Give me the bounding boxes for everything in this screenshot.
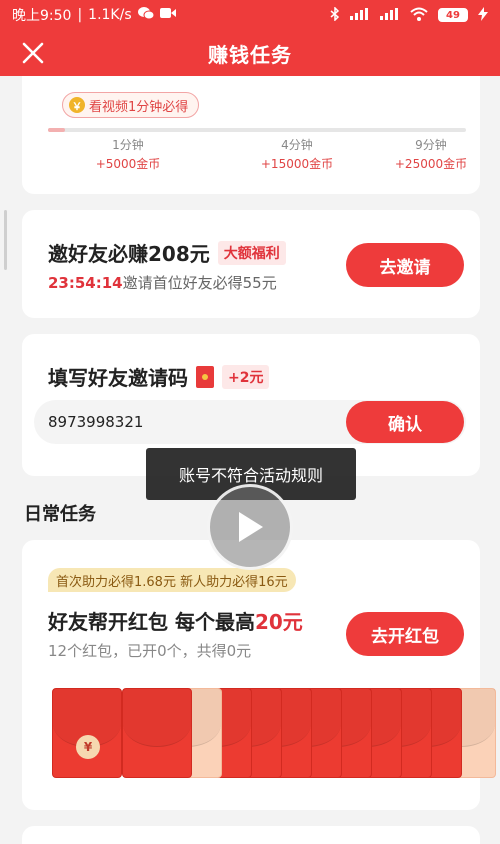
invite-button[interactable]: 去邀请: [346, 243, 464, 287]
signal-icon: [350, 7, 370, 23]
red-packet-amount: 20元: [254, 610, 303, 634]
red-envelope[interactable]: ¥: [52, 688, 122, 778]
daily-tasks-title: 日常任务: [24, 504, 96, 525]
status-bar: 晚上9:50 | 1.1K/s 49: [0, 0, 500, 30]
video-reward-tip-text: 看视频1分钟必得: [89, 99, 189, 115]
milestone-1-time: 1分钟: [112, 138, 144, 152]
red-envelope[interactable]: [122, 688, 192, 778]
video-camera-icon: [159, 7, 176, 23]
milestone-3-reward: +25000金币: [394, 157, 468, 171]
wifi-icon: [410, 7, 428, 24]
red-packet-subtitle: 12个红包，已开0个，共得0元: [48, 642, 252, 660]
red-envelope-flap: [123, 689, 191, 747]
video-reward-tip: ￥ 看视频1分钟必得: [62, 92, 200, 118]
status-net-speed: 1.1K/s: [88, 7, 132, 23]
invite-title: 邀好友必赚208元: [48, 242, 210, 266]
red-envelope-stack[interactable]: ¥: [52, 688, 496, 778]
milestone-2-reward: +15000金币: [260, 157, 334, 171]
signal-icon-2: [380, 7, 400, 23]
close-icon[interactable]: [18, 38, 48, 68]
red-packet-title: 好友帮开红包 每个最高: [48, 610, 255, 634]
red-packet-card: 首次助力必得1.68元 新人助力必得16元 好友帮开红包 每个最高20元 12个…: [22, 540, 496, 810]
red-packet-heading: 好友帮开红包 每个最高20元: [48, 606, 303, 635]
invite-subtitle-row: 23:54:14邀请首位好友必得55元: [48, 272, 277, 293]
status-divider: |: [77, 7, 83, 23]
page-title: 赚钱任务: [208, 42, 292, 67]
milestone-3: 9分钟 +25000金币: [382, 136, 480, 172]
invite-tag: 大额福利: [217, 240, 286, 265]
coin-icon: ￥: [69, 97, 85, 113]
invite-heading: 邀好友必赚208元 大额福利: [48, 238, 286, 267]
invite-card: 邀好友必赚208元 大额福利 23:54:14邀请首位好友必得55元 去邀请: [22, 210, 480, 318]
app-header: 赚钱任务: [0, 30, 500, 76]
confirm-button[interactable]: 确认: [346, 401, 464, 443]
milestone-1-reward: +5000金币: [95, 157, 161, 171]
red-packet-tag: 首次助力必得1.68元 新人助力必得16元: [48, 568, 296, 592]
play-icon[interactable]: [207, 484, 293, 570]
video-progress-fill: [48, 128, 65, 132]
open-red-packet-button[interactable]: 去开红包: [346, 612, 464, 656]
invite-code-title: 填写好友邀请码: [48, 366, 188, 390]
video-reward-card: ￥ 看视频1分钟必得 1分钟 +5000金币 4分钟 +15000金币 9分钟 …: [22, 76, 480, 194]
battery-icon: 49: [438, 8, 468, 22]
invite-countdown: 23:54:14: [48, 274, 123, 292]
milestone-3-time: 9分钟: [415, 138, 447, 152]
charging-icon: [478, 6, 488, 24]
milestone-1: 1分钟 +5000金币: [88, 136, 168, 172]
video-progress-track: [48, 128, 466, 132]
red-envelope-icon: [196, 365, 214, 388]
status-time: 晚上9:50: [12, 8, 72, 24]
envelope-seal-icon: ¥: [76, 735, 100, 759]
milestone-2-time: 4分钟: [281, 138, 313, 152]
invite-subtitle: 邀请首位好友必得55元: [122, 274, 277, 292]
scroll-indicator: [4, 210, 7, 270]
invite-code-heading: 填写好友邀请码 +2元: [48, 362, 270, 391]
wechat-icon: [137, 6, 155, 24]
milestone-2: 4分钟 +15000金币: [247, 136, 347, 172]
next-card: [22, 826, 480, 844]
invite-code-bonus: +2元: [222, 364, 270, 389]
bluetooth-icon: [330, 5, 340, 24]
